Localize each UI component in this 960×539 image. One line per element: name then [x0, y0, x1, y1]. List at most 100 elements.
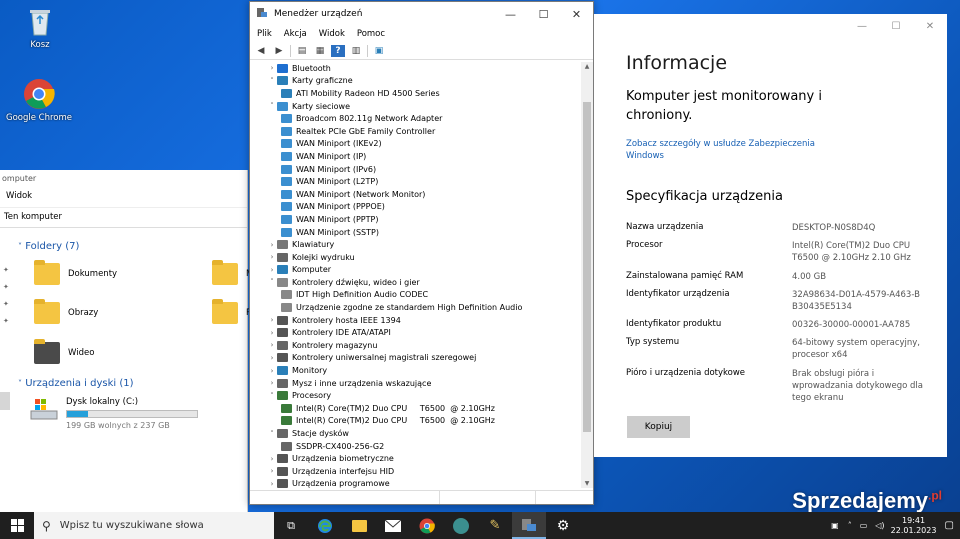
device-row[interactable]: Intel(R) Core(TM)2 Duo CPU T6500 @ 2.10G… [250, 415, 583, 428]
disk-item-c[interactable]: Dysk lokalny (C:) 199 GB wolnych z 237 G… [30, 397, 198, 430]
chevron-right-icon[interactable]: › [267, 354, 277, 362]
forward-arrow-icon[interactable]: ▶ [272, 45, 286, 57]
device-category-row[interactable]: ˅ Karty sieciowe [250, 100, 583, 113]
chevron-right-icon[interactable]: › [267, 455, 277, 463]
volume-icon[interactable]: ◁) [875, 521, 884, 530]
desktop-icon-recycle-bin[interactable]: Kosz [5, 5, 75, 50]
taskbar-device-manager[interactable] [512, 512, 546, 539]
chevron-right-icon[interactable]: › [267, 367, 277, 375]
device-category-row[interactable]: ˅ Stacje dysków [250, 427, 583, 440]
taskbar-edge[interactable] [308, 512, 342, 539]
network-icon[interactable]: ▭ [860, 521, 868, 530]
device-category-row[interactable]: › Komputer [250, 264, 583, 277]
chevron-right-icon[interactable]: › [267, 341, 277, 349]
taskbar-settings[interactable]: ⚙ [546, 512, 580, 539]
chevron-up-icon[interactable]: ˄ [848, 521, 852, 530]
security-details-link[interactable]: Zobacz szczegóły w usłudze Zabezpieczeni… [626, 138, 836, 162]
devices-section-header[interactable]: ˅ Urządzenia i dyski (1) [18, 378, 134, 389]
device-category-row[interactable]: ˅ Karty graficzne [250, 75, 583, 88]
device-tree-scrollbar[interactable]: ▲ ▼ [581, 62, 593, 488]
device-category-row[interactable]: › Kontrolery hosta IEEE 1394 [250, 314, 583, 327]
taskbar-clock[interactable]: 19:41 22.01.2023 [889, 516, 939, 536]
device-row[interactable]: Urządzenie zgodne ze standardem High Def… [250, 301, 583, 314]
folder-item-downloads[interactable]: P [212, 299, 251, 324]
chevron-right-icon[interactable]: › [267, 64, 277, 72]
device-row[interactable]: SSDPR-CX400-256-G2 [250, 440, 583, 453]
chevron-down-icon[interactable]: ˅ [267, 430, 277, 438]
device-row[interactable]: WAN Miniport (IKEv2) [250, 138, 583, 151]
maximize-button[interactable]: ☐ [527, 2, 560, 26]
details-icon[interactable]: ▥ [349, 45, 363, 57]
scrollbar-thumb[interactable] [583, 102, 591, 432]
start-button[interactable] [0, 512, 34, 539]
scan-hardware-icon[interactable]: ▣ [372, 45, 386, 57]
folder-item-documents[interactable]: Dokumenty [34, 260, 117, 285]
device-row[interactable]: WAN Miniport (IPv6) [250, 163, 583, 176]
device-category-row[interactable]: › Urządzenia programowe [250, 478, 583, 488]
chevron-right-icon[interactable]: › [267, 329, 277, 337]
folder-item-pictures[interactable]: Obrazy [34, 299, 98, 324]
device-category-row[interactable]: › Monitory [250, 364, 583, 377]
help-icon[interactable]: ? [331, 44, 345, 57]
maximize-button[interactable]: ☐ [879, 14, 913, 38]
menu-file[interactable]: Plik [257, 29, 272, 39]
device-row[interactable]: WAN Miniport (PPTP) [250, 213, 583, 226]
device-row[interactable]: WAN Miniport (IP) [250, 150, 583, 163]
close-button[interactable]: ✕ [913, 14, 947, 38]
minimize-button[interactable]: — [845, 14, 879, 38]
device-row[interactable]: WAN Miniport (L2TP) [250, 175, 583, 188]
close-button[interactable]: ✕ [560, 2, 593, 26]
device-category-row[interactable]: ˅ Procesory [250, 389, 583, 402]
device-row[interactable]: Realtek PCIe GbE Family Controller [250, 125, 583, 138]
device-category-row[interactable]: › Mysz i inne urządzenia wskazujące [250, 377, 583, 390]
taskbar-tools-app[interactable]: ✎ [478, 512, 512, 539]
explorer-menu-view[interactable]: Widok [0, 186, 247, 208]
minimize-button[interactable]: — [494, 2, 527, 26]
properties-icon[interactable]: ▤ [295, 45, 309, 57]
device-category-row[interactable]: › Urządzenia biometryczne [250, 452, 583, 465]
explorer-address-bar[interactable]: Ten komputer [0, 208, 247, 228]
taskbar-file-explorer[interactable] [342, 512, 376, 539]
device-manager-titlebar[interactable]: Menedżer urządzeń — ☐ ✕ [250, 2, 593, 26]
chevron-down-icon[interactable]: ˅ [267, 278, 277, 286]
device-row[interactable]: Broadcom 802.11g Network Adapter [250, 112, 583, 125]
chevron-right-icon[interactable]: › [267, 316, 277, 324]
taskbar-search-box[interactable]: ⚲ Wpisz tu wyszukiwane słowa [34, 512, 274, 539]
device-category-row[interactable]: › Klawiatury [250, 238, 583, 251]
device-row[interactable]: Intel(R) Core(TM)2 Duo CPU T6500 @ 2.10G… [250, 402, 583, 415]
device-row[interactable]: IDT High Definition Audio CODEC [250, 289, 583, 302]
chevron-right-icon[interactable]: › [267, 241, 277, 249]
chevron-right-icon[interactable]: › [267, 480, 277, 488]
device-category-row[interactable]: › Kontrolery magazynu [250, 339, 583, 352]
chevron-right-icon[interactable]: › [267, 266, 277, 274]
device-category-row[interactable]: › Kontrolery IDE ATA/ATAPI [250, 326, 583, 339]
notifications-icon[interactable]: ▢ [945, 520, 954, 531]
chevron-right-icon[interactable]: › [267, 467, 277, 475]
menu-view[interactable]: Widok [319, 29, 345, 39]
taskbar-chrome[interactable] [410, 512, 444, 539]
device-category-row[interactable]: ˅ Kontrolery dźwięku, wideo i gier [250, 276, 583, 289]
view-list-icon[interactable]: ▦ [313, 45, 327, 57]
back-arrow-icon[interactable]: ◀ [254, 45, 268, 57]
folder-item-music[interactable]: M [212, 260, 253, 285]
task-view-button[interactable]: ⧉ [274, 512, 308, 539]
device-category-row[interactable]: › Bluetooth [250, 62, 583, 75]
chevron-right-icon[interactable]: › [267, 379, 277, 387]
menu-action[interactable]: Akcja [284, 29, 307, 39]
chevron-down-icon[interactable]: ˅ [267, 392, 277, 400]
taskbar-k2s-app[interactable] [444, 512, 478, 539]
device-category-row[interactable]: › Kolejki wydruku [250, 251, 583, 264]
scroll-up-icon[interactable]: ▲ [581, 63, 593, 70]
device-category-row[interactable]: › Urządzenia interfejsu HID [250, 465, 583, 478]
copy-button[interactable]: Kopiuj [627, 416, 690, 438]
device-row[interactable]: WAN Miniport (SSTP) [250, 226, 583, 239]
chevron-right-icon[interactable]: › [267, 253, 277, 261]
device-row[interactable]: WAN Miniport (Network Monitor) [250, 188, 583, 201]
chevron-down-icon[interactable]: ˅ [267, 77, 277, 85]
tray-app-icon[interactable]: ▣ [831, 521, 839, 530]
menu-help[interactable]: Pomoc [357, 29, 385, 39]
desktop-icon-chrome[interactable]: Google Chrome [4, 78, 74, 123]
folder-item-videos[interactable]: Wideo [34, 339, 94, 364]
device-row[interactable]: ATI Mobility Radeon HD 4500 Series [250, 87, 583, 100]
device-row[interactable]: WAN Miniport (PPPOE) [250, 201, 583, 214]
